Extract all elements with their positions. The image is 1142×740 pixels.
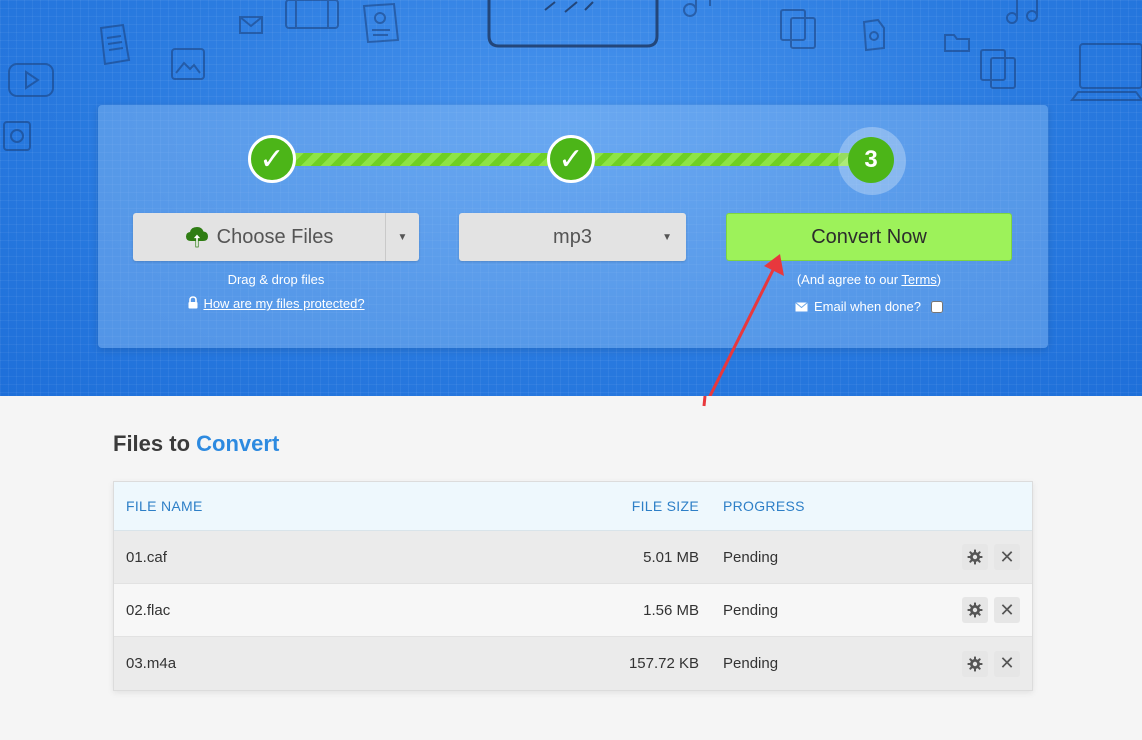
table-row: 03.m4a 157.72 KB Pending ✕ (114, 637, 1032, 690)
email-label: Email when done? (814, 299, 921, 314)
remove-file-button[interactable]: ✕ (994, 544, 1020, 570)
close-icon: ✕ (999, 599, 1015, 621)
files-title-accent: Convert (196, 431, 280, 456)
row-actions: ✕ (939, 650, 1032, 677)
header-progress: PROGRESS (723, 498, 805, 514)
step-3-label: 3 (864, 146, 878, 173)
checkmark-icon: ✓ (259, 141, 285, 177)
laptop-doodle-icon (1070, 43, 1142, 101)
clipboard-doodle-icon (780, 9, 816, 49)
clipboard2-doodle-icon (980, 49, 1016, 89)
files-section-title: Files to Convert (113, 431, 279, 457)
header-file-name: FILE NAME (126, 498, 203, 514)
file-settings-button[interactable] (962, 597, 988, 623)
image-doodle-icon (171, 48, 205, 80)
file-protection-link[interactable]: How are my files protected? (203, 296, 364, 311)
table-row: 01.caf 5.01 MB Pending ✕ (114, 531, 1032, 584)
step-3-current: 3 (848, 137, 894, 183)
file-name: 02.flac (126, 601, 171, 619)
file-size: 157.72 KB (628, 655, 699, 672)
lock-icon (188, 296, 198, 309)
caret-down-icon: ▼ (662, 232, 672, 243)
row-actions: ✕ (939, 597, 1032, 623)
file-settings-button[interactable] (962, 650, 988, 677)
file-progress: Pending (723, 601, 779, 619)
remove-file-button[interactable]: ✕ (994, 650, 1020, 677)
caret-down-icon: ▼ (397, 231, 408, 243)
hero-banner: ✓ ✓ 3 Choose Files ▼ Drag & drop files H… (0, 0, 1142, 396)
close-icon: ✕ (999, 653, 1015, 674)
choose-files-main[interactable]: Choose Files (133, 213, 386, 261)
checkmark-icon: ✓ (558, 141, 584, 177)
converter-panel: ✓ ✓ 3 Choose Files ▼ Drag & drop files H… (98, 105, 1048, 348)
file-progress: Pending (723, 655, 779, 672)
monitor-doodle-icon (487, 0, 659, 48)
file-size: 1.56 MB (643, 601, 699, 619)
remove-file-button[interactable]: ✕ (994, 597, 1020, 623)
files-table: FILE NAME FILE SIZE PROGRESS 01.caf 5.01… (113, 481, 1033, 691)
envelope-icon (795, 301, 808, 311)
profile-doc-doodle-icon (362, 2, 400, 44)
annotation-arrow-tail (702, 396, 707, 407)
document-doodle-icon (99, 23, 131, 66)
file-size: 5.01 MB (643, 548, 699, 566)
cloud-upload-icon (185, 227, 208, 248)
music-doodle-icon (683, 0, 711, 17)
file-progress: Pending (723, 548, 779, 566)
choose-files-label: Choose Files (216, 225, 334, 248)
gear-icon (967, 656, 983, 671)
video-doodle-icon (8, 63, 54, 97)
camera-doodle-icon (3, 121, 31, 151)
file-doodle-icon (862, 18, 885, 52)
file-settings-button[interactable] (962, 544, 988, 570)
terms-link[interactable]: Terms (901, 272, 936, 287)
step-1-complete: ✓ (248, 135, 296, 183)
row-actions: ✕ (939, 544, 1032, 570)
annotation-arrow-icon (708, 254, 784, 396)
selected-format: mp3 (553, 225, 592, 248)
close-icon: ✕ (999, 546, 1015, 568)
file-protection-info: How are my files protected? (133, 296, 419, 311)
file-name: 03.m4a (126, 655, 177, 672)
agree-prefix: (And agree to our (796, 272, 902, 287)
file-name: 01.caf (126, 548, 167, 566)
files-title-prefix: Files to (113, 431, 191, 456)
table-row: 02.flac 1.56 MB Pending ✕ (114, 584, 1032, 637)
folder-doodle-icon (944, 34, 970, 52)
film-doodle-icon (285, 0, 339, 29)
gear-icon (967, 602, 983, 618)
gear-icon (967, 549, 983, 565)
step-progress-bar-1 (294, 153, 550, 166)
output-format-select[interactable]: mp3 ▼ (459, 213, 686, 261)
choose-files-button[interactable]: Choose Files ▼ (133, 213, 419, 261)
step-progress-bar-2 (594, 153, 856, 166)
agree-suffix: ) (936, 272, 942, 287)
email-checkbox[interactable] (930, 300, 943, 313)
header-file-size: FILE SIZE (631, 498, 699, 514)
source-dropdown-toggle[interactable]: ▼ (386, 213, 419, 261)
table-header: FILE NAME FILE SIZE PROGRESS (114, 482, 1032, 531)
step-2-complete: ✓ (547, 135, 595, 183)
mail-doodle-icon (239, 16, 263, 34)
music-notes-doodle-icon (1006, 0, 1038, 24)
drag-drop-hint: Drag & drop files (227, 272, 325, 287)
